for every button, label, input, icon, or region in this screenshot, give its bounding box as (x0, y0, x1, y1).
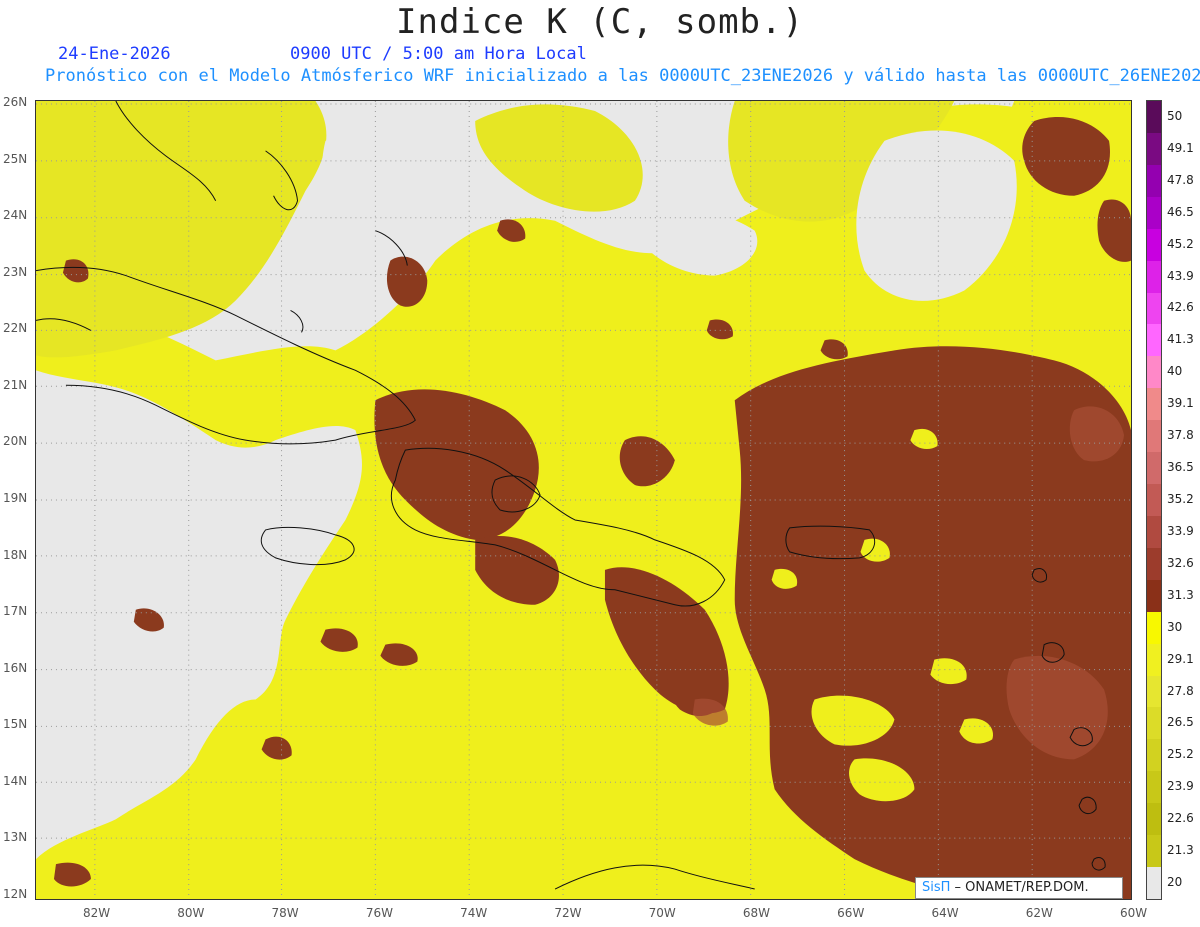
colorbar-segment (1147, 803, 1161, 836)
latitude-tick-label: 21N (3, 377, 28, 392)
colorbar-segment (1147, 707, 1161, 740)
colorbar-label: 41.3 (1167, 332, 1194, 347)
latitude-tick-label: 13N (3, 830, 28, 845)
colorbar-label: 32.6 (1167, 555, 1194, 570)
longitude-tick-label: 82W (83, 906, 111, 920)
colorbar-label: 31.3 (1167, 587, 1194, 602)
colorbar-segment (1147, 452, 1161, 485)
latitude-tick-label: 25N (3, 151, 28, 166)
latitude-tick-label: 20N (3, 434, 28, 449)
latitude-tick-label: 24N (3, 208, 28, 223)
colorbar-label: 29.1 (1167, 651, 1194, 666)
colorbar-segment (1147, 643, 1161, 677)
credit-box: SisΠ – ONAMET/REP.DOM. (915, 877, 1123, 899)
forecast-date: 24-Ene-2026 (58, 44, 171, 64)
colorbar-label: 26.5 (1167, 715, 1194, 730)
colorbar-label: 40 (1167, 364, 1183, 379)
colorbar-segment (1147, 515, 1161, 549)
colorbar-segment (1147, 356, 1161, 389)
forecast-time: 0900 UTC / 5:00 am Hora Local (290, 44, 587, 64)
colorbar-label: 22.6 (1167, 811, 1194, 826)
colorbar-segment (1147, 739, 1161, 772)
colorbar-label: 49.1 (1167, 140, 1194, 155)
colorbar-label: 20 (1167, 875, 1183, 890)
latitude-tick-label: 19N (3, 491, 28, 505)
latitude-tick-label: 12N (3, 887, 28, 901)
forecast-subtitle: Pronóstico con el Modelo Atmósferico WRF… (45, 66, 1200, 86)
longitude-tick-label: 70W (648, 906, 676, 920)
latitude-tick-label: 18N (3, 547, 28, 562)
credit-text: – ONAMET/REP.DOM. (950, 880, 1089, 895)
longitude-tick-label: 80W (177, 906, 205, 920)
colorbar-segment (1147, 675, 1161, 708)
colorbar-segment (1147, 228, 1161, 262)
latitude-tick-label: 16N (3, 660, 28, 675)
colorbar-label: 23.9 (1167, 779, 1194, 794)
colorbar-label: 33.9 (1167, 523, 1194, 538)
colorbar-label: 39.1 (1167, 396, 1194, 411)
credit-brand: SisΠ (922, 880, 951, 895)
longitude-tick-label: 72W (554, 906, 582, 920)
latitude-tick-label: 14N (3, 773, 28, 788)
colorbar-segment (1147, 420, 1161, 453)
longitude-tick-label: 76W (365, 906, 393, 920)
longitude-tick-label: 78W (271, 906, 299, 920)
map-title: Indice K (C, somb.) (396, 2, 804, 42)
colorbar-segment (1147, 132, 1161, 166)
colorbar-segment (1147, 867, 1161, 900)
colorbar-segment (1147, 388, 1161, 421)
colorbar-segment (1147, 547, 1161, 581)
colorbar-label: 21.3 (1167, 843, 1194, 858)
colorbar-segment (1147, 579, 1161, 613)
colorbar-label: 43.9 (1167, 268, 1194, 283)
longitude-tick-label: 66W (837, 906, 865, 920)
colorbar-segment (1147, 771, 1161, 804)
longitude-tick-label: 68W (742, 906, 771, 920)
colorbar-label: 36.5 (1167, 460, 1194, 475)
colorbar-segment (1147, 484, 1161, 517)
colorbar-label: 47.8 (1167, 172, 1194, 187)
colorbar-segment (1147, 292, 1161, 325)
colorbar-label: 35.2 (1167, 492, 1194, 506)
colorbar-label: 27.8 (1167, 683, 1194, 698)
latitude-tick-label: 26N (3, 95, 28, 109)
latitude-tick-label: 15N (3, 717, 28, 732)
latitude-tick-label: 22N (3, 321, 28, 336)
colorbar-segment (1147, 611, 1161, 645)
colorbar-segment (1147, 101, 1161, 134)
colorbar-segment (1147, 260, 1161, 293)
colorbar-segment (1147, 324, 1161, 357)
colorbar-label: 45.2 (1167, 236, 1194, 251)
colorbar (1146, 100, 1162, 900)
colorbar-label: 46.5 (1167, 204, 1194, 219)
colorbar-label: 37.8 (1167, 428, 1194, 443)
colorbar-label: 50 (1167, 108, 1183, 123)
colorbar-segment (1147, 196, 1161, 230)
colorbar-label: 25.2 (1167, 747, 1194, 762)
longitude-tick-label: 60W (1120, 906, 1148, 920)
longitude-tick-label: 62W (1025, 906, 1053, 920)
longitude-tick-label: 74W (460, 906, 488, 920)
latitude-tick-label: 23N (3, 264, 28, 279)
colorbar-segment (1147, 164, 1161, 198)
colorbar-segment (1147, 835, 1161, 868)
colorbar-label: 42.6 (1167, 300, 1194, 315)
k-index-map (35, 100, 1132, 900)
latitude-tick-label: 17N (3, 604, 28, 619)
colorbar-label: 30 (1167, 619, 1183, 634)
longitude-tick-label: 64W (931, 906, 959, 920)
